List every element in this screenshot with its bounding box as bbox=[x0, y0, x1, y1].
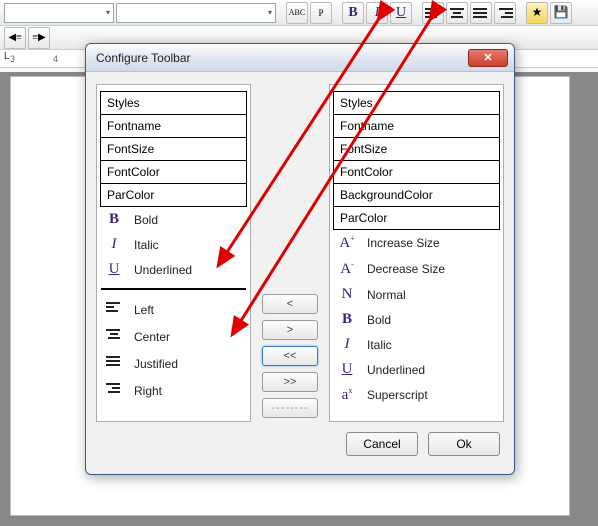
dialog-title: Configure Toolbar bbox=[96, 51, 468, 65]
align-center-icon bbox=[104, 327, 124, 346]
list-item[interactable]: FontColor bbox=[333, 161, 500, 184]
list-item[interactable]: ParColor bbox=[333, 207, 500, 230]
app-window: ▾ ▾ ABC P B I U ★ 💾 ◀≡ ≡▶ L 345678910111… bbox=[0, 0, 598, 526]
list-item[interactable]: Fontname bbox=[100, 115, 247, 138]
list-item-underlined[interactable]: UUnderlined bbox=[100, 257, 247, 282]
close-icon: ✕ bbox=[483, 51, 492, 64]
list-item[interactable]: Styles bbox=[100, 91, 247, 115]
main-toolbar: ▾ ▾ ABC P B I U ★ 💾 bbox=[0, 0, 598, 26]
align-left-icon bbox=[104, 300, 124, 319]
available-items-list[interactable]: Styles Fontname FontSize FontColor Backg… bbox=[329, 84, 504, 422]
list-item-increase-size[interactable]: A+Increase Size bbox=[333, 230, 500, 256]
list-item-bold[interactable]: BBold bbox=[333, 307, 500, 332]
list-item-decrease-size[interactable]: A-Decrease Size bbox=[333, 256, 500, 282]
normal-icon: N bbox=[337, 286, 357, 303]
cancel-button[interactable]: Cancel bbox=[346, 432, 418, 456]
style-combo[interactable]: ▾ bbox=[4, 3, 114, 23]
increase-size-icon: A+ bbox=[337, 234, 357, 252]
ok-button[interactable]: Ok bbox=[428, 432, 500, 456]
align-center-button[interactable] bbox=[446, 2, 468, 24]
separator bbox=[101, 288, 246, 290]
star-icon: ★ bbox=[532, 5, 543, 20]
chevron-down-icon: ▾ bbox=[268, 8, 272, 17]
align-left-button[interactable] bbox=[422, 2, 444, 24]
list-item[interactable]: FontSize bbox=[333, 138, 500, 161]
dialog-body: Styles Fontname FontSize FontColor ParCo… bbox=[86, 72, 514, 424]
dialog-footer: Cancel Ok bbox=[86, 424, 514, 456]
dialog-titlebar[interactable]: Configure Toolbar ✕ bbox=[86, 44, 514, 72]
list-item-underlined[interactable]: UUnderlined bbox=[333, 357, 500, 382]
list-item[interactable]: Fontname bbox=[333, 115, 500, 138]
move-left-button[interactable]: < bbox=[262, 294, 318, 314]
list-item-right[interactable]: Right bbox=[100, 377, 247, 404]
chevron-down-icon: ▾ bbox=[106, 8, 110, 17]
ruler-marker: L bbox=[4, 51, 10, 62]
separator-button[interactable]: -------- bbox=[262, 398, 318, 418]
indent-icon: ≡▶ bbox=[32, 32, 45, 43]
superscript-icon: ax bbox=[337, 386, 357, 404]
close-button[interactable]: ✕ bbox=[468, 49, 508, 67]
list-item-superscript[interactable]: axSuperscript bbox=[333, 382, 500, 408]
list-item-left[interactable]: Left bbox=[100, 296, 247, 323]
italic-icon: I bbox=[337, 336, 357, 353]
decrease-size-icon: A- bbox=[337, 260, 357, 278]
list-item-bold[interactable]: BBold bbox=[100, 207, 247, 232]
abc-spellcheck-button[interactable]: ABC bbox=[286, 2, 308, 24]
save-icon: 💾 bbox=[554, 5, 569, 20]
italic-icon: I bbox=[104, 236, 124, 253]
save-button[interactable]: 💾 bbox=[550, 2, 572, 24]
align-justify-button[interactable] bbox=[470, 2, 492, 24]
move-buttons-column: < > << >> -------- bbox=[251, 84, 329, 418]
underline-icon: U bbox=[337, 361, 357, 378]
list-item[interactable]: ParColor bbox=[100, 184, 247, 207]
align-right-button[interactable] bbox=[494, 2, 516, 24]
underline-button[interactable]: U bbox=[390, 2, 412, 24]
move-right-button[interactable]: > bbox=[262, 320, 318, 340]
align-right-icon bbox=[104, 381, 124, 400]
list-item-center[interactable]: Center bbox=[100, 323, 247, 350]
underline-icon: U bbox=[104, 261, 124, 278]
star-button[interactable]: ★ bbox=[526, 2, 548, 24]
list-item-justified[interactable]: Justified bbox=[100, 350, 247, 377]
bold-icon: B bbox=[337, 311, 357, 328]
outdent-icon: ◀≡ bbox=[8, 32, 21, 43]
bold-button[interactable]: B bbox=[342, 2, 364, 24]
move-all-left-button[interactable]: << bbox=[262, 346, 318, 366]
font-combo[interactable]: ▾ bbox=[116, 3, 276, 23]
list-item-italic[interactable]: IItalic bbox=[333, 332, 500, 357]
outdent-button[interactable]: ◀≡ bbox=[4, 27, 26, 49]
move-all-right-button[interactable]: >> bbox=[262, 372, 318, 392]
list-item[interactable]: FontColor bbox=[100, 161, 247, 184]
list-item[interactable]: BackgroundColor bbox=[333, 184, 500, 207]
list-item[interactable]: Styles bbox=[333, 91, 500, 115]
list-item-normal[interactable]: NNormal bbox=[333, 282, 500, 307]
indent-button[interactable]: ≡▶ bbox=[28, 27, 50, 49]
list-item-italic[interactable]: IItalic bbox=[100, 232, 247, 257]
list-item[interactable]: FontSize bbox=[100, 138, 247, 161]
current-toolbar-list[interactable]: Styles Fontname FontSize FontColor ParCo… bbox=[96, 84, 251, 422]
bold-icon: B bbox=[104, 211, 124, 228]
configure-toolbar-dialog: Configure Toolbar ✕ Styles Fontname Font… bbox=[85, 43, 515, 475]
italic-button[interactable]: I bbox=[366, 2, 388, 24]
paragraph-button[interactable]: P bbox=[310, 2, 332, 24]
align-justify-icon bbox=[104, 354, 124, 373]
